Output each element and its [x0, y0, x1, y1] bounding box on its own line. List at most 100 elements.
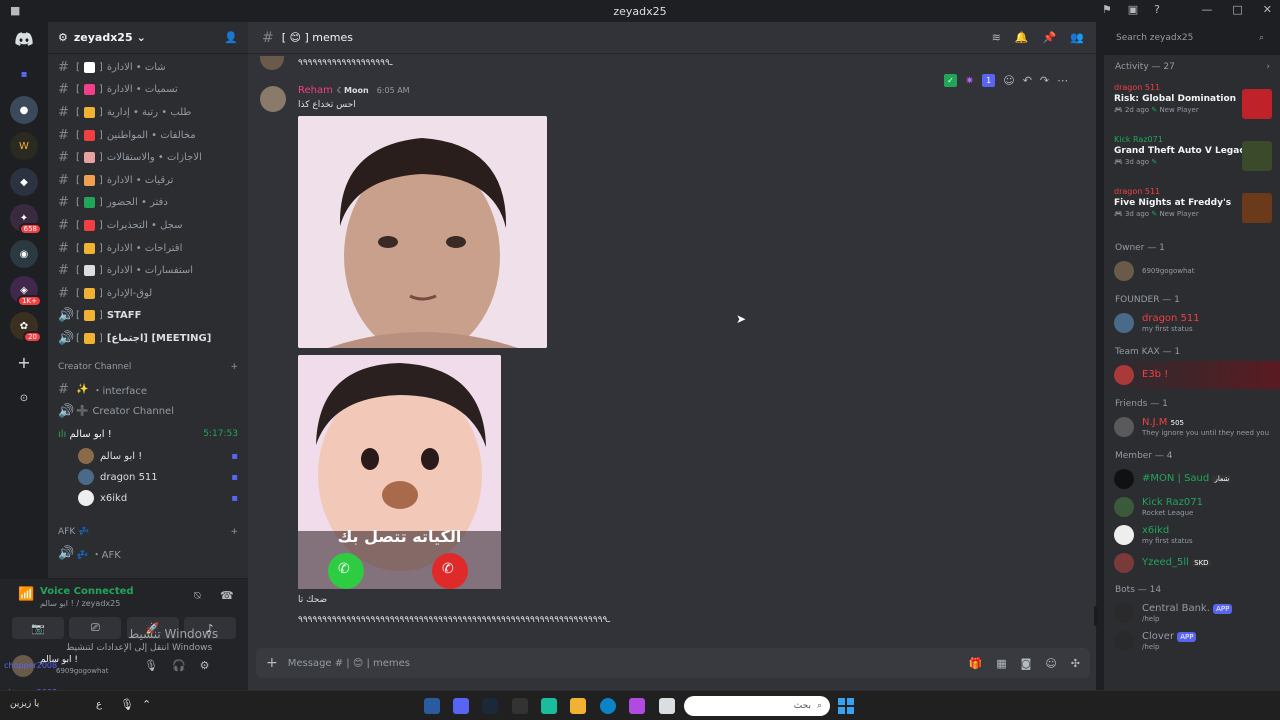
channel-interface[interactable]: # ✨ ・interface: [48, 378, 248, 401]
taskbar-search[interactable]: بحث ⌕: [684, 696, 830, 716]
message-input[interactable]: + Message # | 😊 | memes 🎁 ▦ ◙ ☺ ✣: [256, 648, 1090, 678]
channel-item[interactable]: #[] مخالفات • المواطنين: [48, 124, 248, 147]
member-item[interactable]: x6ikd my first status: [1104, 521, 1280, 549]
bell-icon[interactable]: 🔔: [1015, 31, 1029, 44]
voice-user[interactable]: x6ikd ▪: [48, 488, 248, 509]
add-channel-icon[interactable]: +: [230, 362, 238, 372]
activity-card[interactable]: dragon 511 Five Nights at Freddy's 🎮 3d ag…: [1104, 183, 1280, 235]
afk-category[interactable]: AFK 💤 +: [48, 521, 248, 543]
folder-icon[interactable]: ▪: [10, 60, 38, 88]
server-header[interactable]: ⚙ zeyadx25 ⌄ 👤: [48, 22, 248, 54]
server-icon[interactable]: ✿ 20: [10, 312, 42, 343]
meme-image-call[interactable]: الكياته تتصل بك ✆ ✆: [298, 355, 501, 589]
channel-item[interactable]: #[] طلب • رتبة • إدارية: [48, 101, 248, 124]
member-teamkax[interactable]: E3b !: [1104, 361, 1280, 389]
server-icon[interactable]: ●: [10, 96, 38, 124]
attach-icon[interactable]: +: [266, 655, 278, 671]
channel-item[interactable]: #[] دفتر • الحضور: [48, 192, 248, 215]
creator-category[interactable]: Creator Channel +: [48, 356, 248, 378]
taskbar-discord-icon[interactable]: [453, 698, 469, 714]
pin-icon[interactable]: 📌: [1043, 31, 1057, 44]
reply-icon[interactable]: ↶: [1023, 74, 1032, 87]
noise-suppression-icon[interactable]: ⍉: [194, 589, 201, 603]
maximize-button[interactable]: □: [1232, 3, 1242, 16]
server-icon[interactable]: W: [10, 132, 38, 160]
taskbar-taskview-icon[interactable]: [659, 698, 675, 714]
lang-indicator[interactable]: ع: [96, 699, 102, 710]
meme-image-face[interactable]: [298, 116, 547, 348]
tray-chevron-icon[interactable]: ⌃: [142, 698, 151, 711]
windows-start-icon[interactable]: [838, 698, 854, 714]
activity-header[interactable]: Activity — 27 ›: [1104, 55, 1280, 79]
inbox-icon[interactable]: ⚑: [1102, 3, 1112, 16]
server-icon[interactable]: ◉: [10, 240, 38, 268]
avatar[interactable]: [260, 56, 284, 70]
number-reaction-icon[interactable]: 1: [982, 74, 996, 87]
discord-home-icon[interactable]: [0, 22, 48, 56]
add-channel-icon[interactable]: +: [230, 527, 238, 537]
server-icon[interactable]: ✦ 658: [10, 204, 42, 235]
channel-item[interactable]: #[] الاجازات • والاستقالات: [48, 146, 248, 169]
screen-icon[interactable]: ▣: [1128, 3, 1138, 16]
channel-item[interactable]: #[] سجل • التحذيرات: [48, 214, 248, 237]
minimize-button[interactable]: —: [1201, 3, 1212, 16]
taskbar-steam-icon[interactable]: [482, 698, 498, 714]
check-reaction-icon[interactable]: ✓: [944, 74, 957, 87]
member-item[interactable]: #MON | Saud شعار: [1104, 465, 1280, 493]
screenshare-button[interactable]: ⎚: [69, 617, 122, 639]
explore-icon[interactable]: ⊙: [10, 384, 38, 412]
more-icon[interactable]: ⋯: [1057, 74, 1068, 87]
gift-icon[interactable]: 🎁: [969, 657, 983, 670]
member-owner[interactable]: 6909gogowhat: [1104, 257, 1280, 285]
taskbar-explorer-icon[interactable]: [570, 698, 586, 714]
voice-user[interactable]: ابو سالم ! ▪: [48, 446, 248, 467]
channel-item[interactable]: #[] ترقيات • الادارة: [48, 169, 248, 192]
sticker-icon[interactable]: ◙: [1021, 657, 1032, 670]
taskbar-app-icon[interactable]: [541, 698, 557, 714]
avatar[interactable]: [260, 86, 286, 112]
camera-button[interactable]: 📷: [12, 617, 64, 639]
add-server-icon[interactable]: +: [10, 348, 38, 376]
sparkle-reaction-icon[interactable]: ✷: [965, 74, 974, 87]
member-friend[interactable]: Ν.J.M 505 They ignore you until they need…: [1104, 413, 1280, 441]
channel-item[interactable]: #[] اقتراحات • الادارة: [48, 237, 248, 260]
mic-icon[interactable]: 🎙: [144, 659, 158, 672]
emoji-icon[interactable]: ☺: [1045, 657, 1056, 670]
apps-icon[interactable]: ✣: [1071, 657, 1080, 670]
message-author[interactable]: Reham: [298, 85, 333, 96]
server-icon[interactable]: ◈ 1K+: [10, 276, 42, 307]
scrollbar-thumb[interactable]: [1094, 606, 1098, 626]
invite-icon[interactable]: 👤: [224, 31, 238, 44]
voice-status[interactable]: Voice Connected: [40, 586, 134, 597]
voice-channel-item[interactable]: 🔊[] STAFF: [48, 305, 248, 328]
taskbar-app-icon[interactable]: [424, 698, 440, 714]
taskbar-copilot-icon[interactable]: [629, 698, 645, 714]
channel-item[interactable]: #[] استفسارات • الادارة: [48, 259, 248, 282]
member-founder[interactable]: dragon 511 my first status: [1104, 309, 1280, 337]
forward-icon[interactable]: ↷: [1040, 74, 1049, 87]
activity-card[interactable]: Kick Raz071 Grand Theft Auto V Legacy 🎮 3d…: [1104, 131, 1280, 183]
bot-item[interactable]: Central Bank. APP/help: [1104, 599, 1280, 627]
channel-item[interactable]: #[] تسميات • الادارة: [48, 79, 248, 102]
close-button[interactable]: ✕: [1263, 3, 1272, 16]
channel-afk[interactable]: 🔊 💤 ・AFK: [48, 543, 248, 566]
search-input[interactable]: Search zeyadx25 ⌕: [1110, 27, 1270, 49]
active-voice-channel[interactable]: ılı ابو سالم ! 5:17:53: [48, 423, 248, 446]
threads-icon[interactable]: ≋: [992, 31, 1001, 44]
server-icon[interactable]: ◆: [10, 168, 38, 196]
taskbar-app-icon[interactable]: [512, 698, 528, 714]
channel-item[interactable]: #[] شات • الادارة: [48, 56, 248, 79]
disconnect-icon[interactable]: ☎: [220, 589, 234, 602]
member-list-icon[interactable]: 👥: [1070, 31, 1084, 44]
bot-item[interactable]: Clover APP/help: [1104, 627, 1280, 655]
taskbar-edge-icon[interactable]: [600, 698, 616, 714]
help-icon[interactable]: ?: [1154, 3, 1160, 16]
voice-user[interactable]: dragon 511 ▪: [48, 467, 248, 488]
channel-item[interactable]: #[] لوق-الإدارة: [48, 282, 248, 305]
voice-channel-item[interactable]: 🔊[] [اجتماع] [MEETING]: [48, 327, 248, 350]
mic-tray-icon[interactable]: 🎙: [120, 698, 134, 711]
add-reaction-icon[interactable]: ☺: [1003, 74, 1014, 87]
member-item[interactable]: Kick Raz071 Rocket League: [1104, 493, 1280, 521]
activity-card[interactable]: dragon 511 Risk: Global Domination 🎮 2d ag…: [1104, 79, 1280, 131]
member-item[interactable]: Yzeed_5ll SKD: [1104, 549, 1280, 577]
